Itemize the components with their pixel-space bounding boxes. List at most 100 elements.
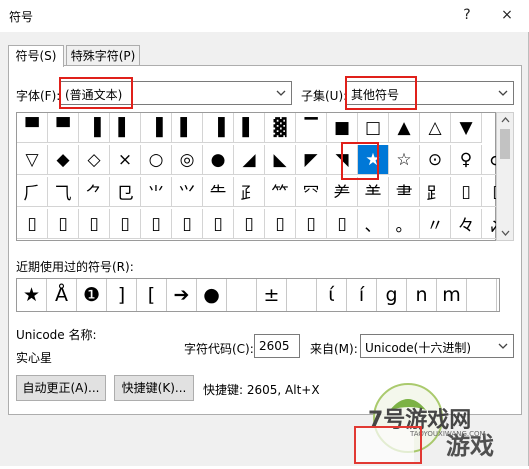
recent-symbol-cell[interactable]: g (377, 279, 407, 311)
symbol-cell[interactable]: ▔ (296, 113, 327, 143)
symbol-cell-selected[interactable]: ★ (358, 145, 389, 175)
recent-symbol-cell[interactable]: [ (137, 279, 167, 311)
font-label: 字体(F): (16, 89, 61, 103)
scrollbar-thumb[interactable] (500, 129, 510, 159)
shortcut-key-button[interactable]: 快捷键(K)... (114, 375, 194, 401)
symbol-cell[interactable]: ◎ (172, 145, 203, 175)
chevron-down-icon (498, 343, 508, 349)
symbol-cell[interactable]: ⺁ (17, 177, 48, 207)
symbol-cell[interactable]: □ (358, 113, 389, 143)
symbol-cell[interactable]: 々 (451, 209, 482, 239)
symbol-cell[interactable]: ▀ (17, 113, 48, 143)
unicode-name-label: Unicode 名称: (16, 328, 97, 342)
symbol-cell[interactable]: ▯ (234, 209, 265, 239)
symbol-cell[interactable]: ◥ (327, 145, 358, 175)
symbol-cell[interactable]: ▯ (48, 209, 79, 239)
symbol-cell[interactable]: ▯ (110, 209, 141, 239)
recent-symbol-cell[interactable]: ❶ (77, 279, 107, 311)
symbol-cell[interactable]: ⺋ (110, 177, 141, 207)
symbol-cell[interactable]: ▲ (389, 113, 420, 143)
chevron-up-icon[interactable] (501, 116, 510, 124)
symbol-cell[interactable]: △ (420, 113, 451, 143)
symbol-cell[interactable]: ◢ (234, 145, 265, 175)
symbol-cell[interactable]: ⊙ (420, 145, 451, 175)
char-code-label: 字符代码(C): (184, 342, 254, 356)
unicode-name-value: 实心星 (16, 351, 53, 365)
char-code-input[interactable]: 2605 (254, 334, 300, 358)
symbol-cell[interactable]: ▼ (451, 113, 482, 143)
tab-symbols[interactable]: 符号(S) (8, 45, 64, 67)
recent-symbol-cell[interactable]: Å (47, 279, 77, 311)
recent-symbol-cell[interactable]: ★ (17, 279, 47, 311)
symbol-cell[interactable]: ▐ (203, 113, 234, 143)
recent-symbol-cell[interactable] (227, 279, 257, 311)
symbol-cell[interactable]: ▓ (265, 113, 296, 143)
symbol-cell[interactable]: ▯ (265, 209, 296, 239)
recent-symbol-cell[interactable]: í (347, 279, 377, 311)
symbol-cell[interactable]: ◇ (79, 145, 110, 175)
symbol-cell[interactable]: ◤ (296, 145, 327, 175)
recent-symbol-cell[interactable]: ● (197, 279, 227, 311)
symbol-cell[interactable]: ▌ (234, 113, 265, 143)
symbol-cell[interactable]: ▯ (327, 209, 358, 239)
symbol-cell[interactable]: ⻊ (420, 177, 451, 207)
symbol-cell[interactable]: ▯ (296, 209, 327, 239)
symbol-cell[interactable]: ▽ (17, 145, 48, 175)
symbol-cell[interactable]: ▐ (79, 113, 110, 143)
symbol-cell[interactable]: ▯ (451, 177, 482, 207)
subset-label: 子集(U): (301, 89, 348, 103)
symbol-cell[interactable]: ▯ (203, 209, 234, 239)
close-button[interactable]: × (495, 4, 519, 26)
symbol-cell[interactable]: 。 (389, 209, 420, 239)
symbol-cell[interactable]: ⺷ (358, 177, 389, 207)
symbol-cell[interactable]: ▐ (141, 113, 172, 143)
symbol-cell[interactable]: ▯ (141, 209, 172, 239)
recent-symbol-cell[interactable]: ➔ (167, 279, 197, 311)
symbol-cell[interactable]: ⺈ (79, 177, 110, 207)
font-select[interactable]: (普通文本) (60, 81, 292, 105)
recent-symbol-cell[interactable] (287, 279, 317, 311)
symbol-cell[interactable]: ▯ (172, 209, 203, 239)
recent-symbol-cell[interactable] (467, 279, 497, 311)
from-select-value: Unicode(十六进制) (365, 341, 472, 355)
recent-symbol-cell[interactable]: n (407, 279, 437, 311)
tab-special-characters[interactable]: 特殊字符(P) (66, 45, 140, 66)
symbol-cell[interactable]: ■ (327, 113, 358, 143)
help-button[interactable]: ? (455, 4, 479, 26)
symbol-cell[interactable]: ○ (141, 145, 172, 175)
symbol-cell[interactable]: ⺻ (389, 177, 420, 207)
symbol-cell[interactable]: ▌ (110, 113, 141, 143)
symbol-cell[interactable]: ⺌ (141, 177, 172, 207)
symbol-cell[interactable]: ⺄ (48, 177, 79, 207)
symbol-cell[interactable]: ⺍ (172, 177, 203, 207)
symbol-cell[interactable]: ♀ (451, 145, 482, 175)
autocorrect-button[interactable]: 自动更正(A)... (16, 375, 106, 401)
symbol-cell[interactable]: ▯ (79, 209, 110, 239)
chevron-down-icon[interactable] (501, 229, 510, 237)
recent-symbol-cell[interactable]: ± (257, 279, 287, 311)
symbol-cell[interactable]: × (110, 145, 141, 175)
symbol-cell[interactable]: ▯ (17, 209, 48, 239)
watermark-logo: 7号游戏网 游戏 TAOYOUXIWANG.COM (350, 380, 529, 466)
recent-symbol-cell[interactable]: ί (317, 279, 347, 311)
symbol-cell[interactable]: ◣ (265, 145, 296, 175)
subset-select[interactable]: 其他符号 (346, 81, 514, 105)
symbol-cell[interactable]: ⺧ (203, 177, 234, 207)
recent-symbol-cell[interactable]: m (437, 279, 467, 311)
symbol-cell[interactable]: ⺳ (296, 177, 327, 207)
symbol-cell[interactable]: ▀ (48, 113, 79, 143)
recent-symbols-label: 近期使用过的符号(R): (16, 260, 134, 274)
symbol-cell[interactable]: ◆ (48, 145, 79, 175)
symbol-cell[interactable]: ⺪ (234, 177, 265, 207)
from-select[interactable]: Unicode(十六进制) (360, 334, 514, 358)
recent-symbol-cell[interactable]: ] (107, 279, 137, 311)
subset-select-value: 其他符号 (351, 88, 400, 102)
symbol-cell[interactable]: ⺮ (265, 177, 296, 207)
symbol-cell[interactable]: 〃 (420, 209, 451, 239)
symbol-cell[interactable]: ☆ (389, 145, 420, 175)
symbol-cell[interactable]: ● (203, 145, 234, 175)
symbol-cell[interactable]: 、 (358, 209, 389, 239)
symbol-cell[interactable]: ⺶ (327, 177, 358, 207)
symbol-grid-scrollbar[interactable] (496, 112, 514, 241)
symbol-cell[interactable]: ▌ (172, 113, 203, 143)
